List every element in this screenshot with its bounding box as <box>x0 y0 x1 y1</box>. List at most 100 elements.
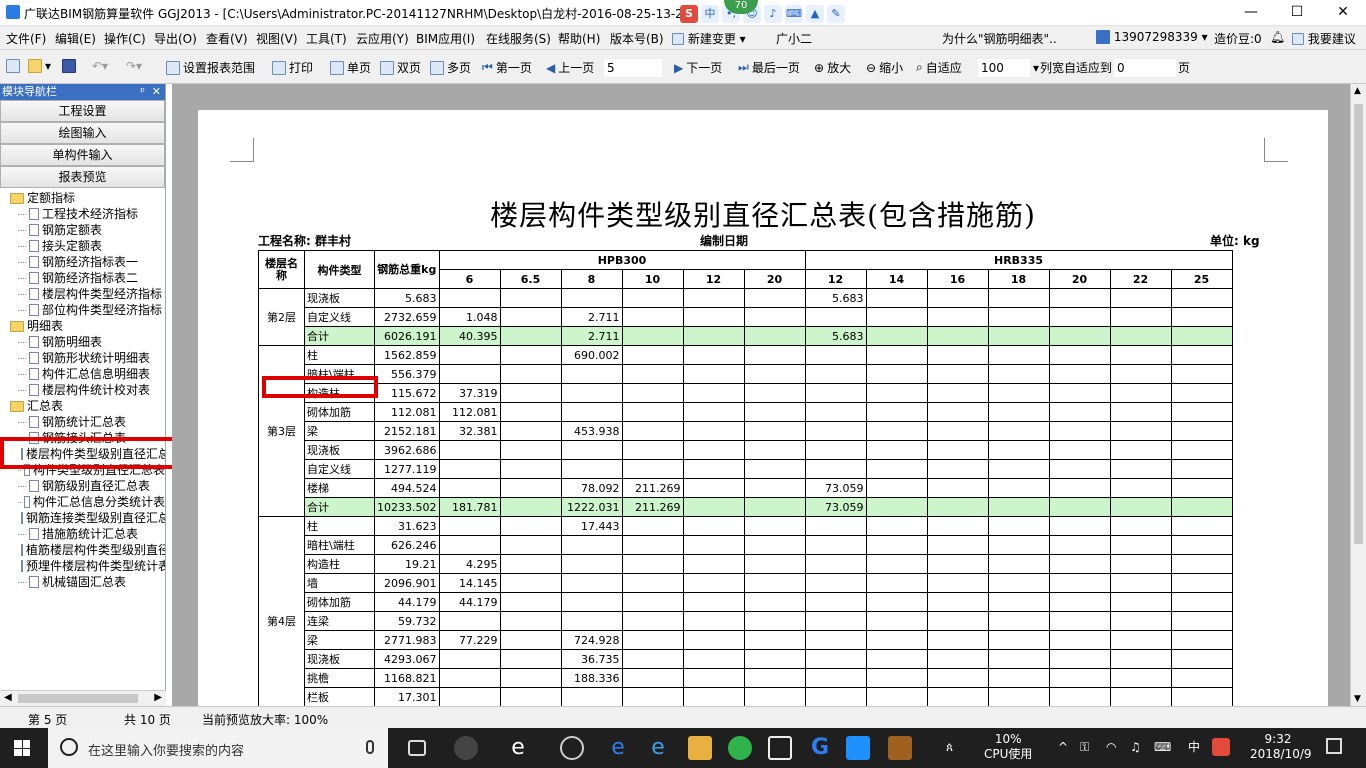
glodon-g-icon[interactable]: G <box>808 736 832 760</box>
nav-button-report-preview[interactable]: 报表预览 <box>0 166 165 188</box>
horizontal-scrollbar[interactable]: ◀ ▶ <box>0 690 166 706</box>
prev-page-button[interactable]: ◀ 上一页 <box>546 59 594 76</box>
tree-item[interactable]: 构件类型级别直径汇总表 <box>0 462 165 478</box>
task-view-icon[interactable] <box>408 740 426 756</box>
tree-folder[interactable]: 定额指标 <box>0 190 165 206</box>
fit-button[interactable]: ⌕ 自适应 <box>916 59 962 76</box>
tools-icon[interactable]: ✎ <box>827 5 845 23</box>
ie-icon[interactable]: e <box>506 736 530 760</box>
scroll-thumb[interactable] <box>18 694 138 703</box>
scroll-down-icon[interactable]: ▼ <box>1354 694 1361 704</box>
tree-item[interactable]: 钢筋接头汇总表 <box>0 430 165 446</box>
tree-item[interactable]: 措施筋统计汇总表 <box>0 526 165 542</box>
sogou-tray-icon[interactable] <box>1212 738 1230 756</box>
menu-help[interactable]: 帮助(H) <box>558 30 600 47</box>
tree-item[interactable]: 机械锚固汇总表 <box>0 574 165 590</box>
menu-version[interactable]: 版本号(B) <box>610 30 664 47</box>
zoom-out-button[interactable]: ⊖ 缩小 <box>866 59 903 76</box>
double-page-button[interactable]: 双页 <box>380 59 421 76</box>
tree-item[interactable]: 部位构件类型经济指标 <box>0 302 165 318</box>
new-change-button[interactable]: 新建变更 ▾ <box>672 30 746 47</box>
menu-cloud[interactable]: 云应用(Y) <box>356 30 409 47</box>
edge-icon[interactable]: e <box>606 736 630 760</box>
tree-item[interactable]: 楼层构件类型级别直径汇总表 <box>0 446 165 462</box>
open-folder-icon[interactable]: ▾ <box>28 59 51 73</box>
voice-icon[interactable]: ♪ <box>764 5 782 23</box>
vertical-scrollbar[interactable]: ▲ ▼ <box>1350 84 1366 706</box>
tree-item[interactable]: 预埋件楼层构件类型统计表 <box>0 558 165 574</box>
windows-start-icon[interactable] <box>14 740 30 756</box>
close-button[interactable]: ✕ <box>1320 0 1366 26</box>
ime-tray-label[interactable]: 中 <box>1188 740 1200 755</box>
menu-viewport[interactable]: 视图(V) <box>256 30 298 47</box>
zoom-in-button[interactable]: ⊕ 放大 <box>814 59 851 76</box>
nav-button-drawing-input[interactable]: 绘图输入 <box>0 122 165 144</box>
menu-tools[interactable]: 工具(T) <box>306 30 347 47</box>
tree-item[interactable]: 植筋楼层构件类型级别直径汇总表 <box>0 542 165 558</box>
wifi-icon[interactable]: ◠ <box>1106 740 1116 755</box>
next-page-button[interactable]: ▶ 下一页 <box>674 59 722 76</box>
menu-operate[interactable]: 操作(C) <box>104 30 146 47</box>
set-range-button[interactable]: 设置报表范围 <box>166 59 255 76</box>
save-icon[interactable] <box>62 59 76 73</box>
new-file-icon[interactable] <box>6 59 20 73</box>
clock[interactable]: 9:32 2018/10/9 <box>1250 732 1312 762</box>
first-page-button[interactable]: ⏮ 第一页 <box>482 59 532 76</box>
ie-blue-icon[interactable]: e <box>646 736 670 760</box>
chevron-up-icon[interactable]: ^ <box>1058 740 1068 755</box>
scroll-left-icon[interactable]: ◀ <box>4 692 12 703</box>
col-fit-input[interactable] <box>1114 59 1176 77</box>
nav-button-project-settings[interactable]: 工程设置 <box>0 100 165 122</box>
microphone-icon[interactable] <box>366 740 374 754</box>
close-icon[interactable]: ✕ <box>152 84 161 100</box>
tree-item[interactable]: 钢筋经济指标表一 <box>0 254 165 270</box>
tree-item[interactable]: 构件汇总信息分类统计表 <box>0 494 165 510</box>
volume-icon[interactable]: ♫ <box>1130 740 1141 755</box>
notification-icon[interactable] <box>1326 738 1342 754</box>
glodon-active-icon[interactable] <box>846 736 870 760</box>
tree-item[interactable]: 工程技术经济指标 <box>0 206 165 222</box>
menu-view[interactable]: 查看(V) <box>206 30 248 47</box>
suggest-button[interactable]: 我要建议 <box>1292 30 1356 47</box>
tree-item[interactable]: 钢筋定额表 <box>0 222 165 238</box>
people-icon[interactable]: ጰ <box>946 740 953 755</box>
page-input[interactable] <box>604 59 662 77</box>
tree-folder[interactable]: 汇总表 <box>0 398 165 414</box>
pin-icon[interactable]: ᵖ <box>140 84 145 100</box>
nav-button-single-component[interactable]: 单构件输入 <box>0 144 165 166</box>
single-page-button[interactable]: 单页 <box>330 59 371 76</box>
ime-toolbar[interactable]: S 中 •, ☺ ♪ ⌨ ▲ ✎ <box>680 3 845 25</box>
scroll-right-icon[interactable]: ▶ <box>154 692 162 703</box>
network-tray-icon[interactable]: ⚿ <box>1080 740 1089 755</box>
mail-icon[interactable] <box>768 736 792 760</box>
bell-icon[interactable]: 🔔︎ <box>1270 30 1285 44</box>
maximize-button[interactable]: ☐ <box>1274 0 1320 26</box>
print-button[interactable]: 打印 <box>272 59 313 76</box>
keyboard-tray-icon[interactable]: ⌨ <box>1154 740 1171 755</box>
tree-item[interactable]: 钢筋级别直径汇总表 <box>0 478 165 494</box>
tree-item[interactable]: 接头定额表 <box>0 238 165 254</box>
tree-item[interactable]: 钢筋连接类型级别直径汇总表 <box>0 510 165 526</box>
question-link[interactable]: 为什么"钢筋明细表".. <box>942 30 1057 47</box>
account-menu[interactable]: 13907298339 ▾ <box>1096 30 1208 44</box>
scroll-thumb[interactable] <box>1354 104 1363 544</box>
menu-export[interactable]: 导出(O) <box>154 30 197 47</box>
keyboard-icon[interactable]: ⌨ <box>785 5 803 23</box>
browser-app-icon[interactable] <box>560 736 584 760</box>
file-explorer-icon[interactable] <box>688 736 712 760</box>
tree-folder[interactable]: 明细表 <box>0 318 165 334</box>
taskbar-search[interactable]: 在这里输入你要搜索的内容 <box>48 728 388 768</box>
menu-bim[interactable]: BIM应用(I) <box>416 30 475 47</box>
minimize-button[interactable]: — <box>1228 0 1274 26</box>
tree-item[interactable]: 楼层构件类型经济指标 <box>0 286 165 302</box>
tree-item[interactable]: 构件汇总信息明细表 <box>0 366 165 382</box>
skin-icon[interactable]: ▲ <box>806 5 824 23</box>
scroll-up-icon[interactable]: ▲ <box>1354 86 1361 96</box>
tree-item[interactable]: 钢筋统计汇总表 <box>0 414 165 430</box>
menu-online[interactable]: 在线服务(S) <box>486 30 551 47</box>
undo-icon[interactable]: ↶▾ <box>92 59 108 73</box>
green-app-icon[interactable] <box>728 736 752 760</box>
pdf-app-icon[interactable] <box>888 736 912 760</box>
multi-page-button[interactable]: 多页 <box>430 59 471 76</box>
chevron-down-icon[interactable]: ▾ <box>1033 61 1039 75</box>
